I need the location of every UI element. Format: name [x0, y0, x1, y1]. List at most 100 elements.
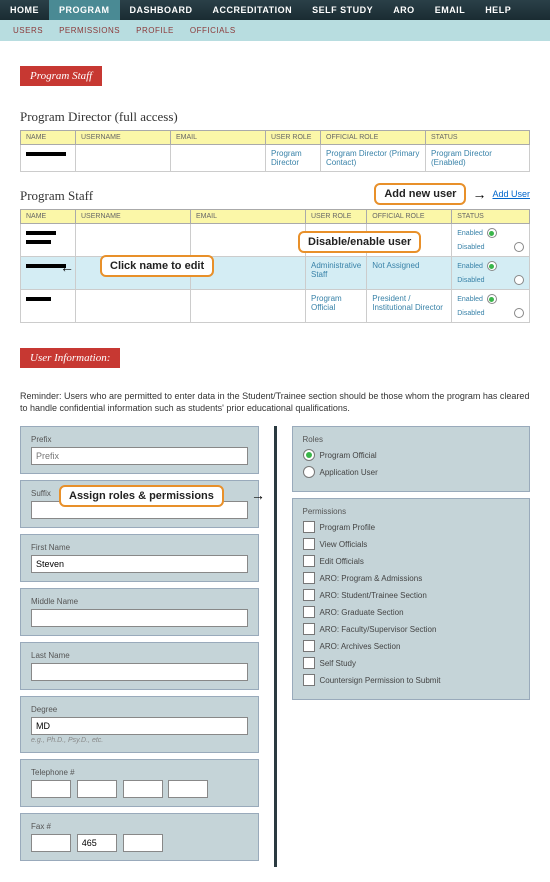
th-name: NAME	[21, 210, 76, 224]
nav-self-study[interactable]: SELF STUDY	[302, 0, 383, 20]
column-separator	[274, 426, 277, 867]
checkbox-icon	[303, 521, 315, 533]
arrow-icon: →	[251, 487, 265, 503]
subnav-users[interactable]: USERS	[5, 22, 51, 39]
permission-item[interactable]: ARO: Program & Admissions	[303, 572, 520, 584]
th-userrole: USER ROLE	[266, 131, 321, 145]
lastname-label: Last Name	[31, 651, 248, 660]
firstname-label: First Name	[31, 543, 248, 552]
role-label: Program Official	[320, 451, 377, 460]
reminder-text: Reminder: Users who are permitted to ent…	[20, 391, 530, 414]
roles-heading: Roles	[303, 435, 520, 444]
th-name: NAME	[21, 131, 76, 145]
th-officialrole: OFFICIAL ROLE	[321, 131, 426, 145]
middlename-input[interactable]	[31, 609, 248, 627]
top-nav: HOME PROGRAM DASHBOARD ACCREDITATION SEL…	[0, 0, 550, 20]
th-email: EMAIL	[171, 131, 266, 145]
disable-radio[interactable]	[514, 275, 524, 285]
checkbox-icon	[303, 572, 315, 584]
role-label: Application User	[320, 468, 378, 477]
fax-p1[interactable]	[31, 834, 71, 852]
form-right-col: Roles Program Official Application User …	[292, 426, 531, 867]
checkbox-icon	[303, 623, 315, 635]
telephone-label: Telephone #	[31, 768, 248, 777]
degree-input[interactable]	[31, 717, 248, 735]
checkbox-icon	[303, 538, 315, 550]
radio-icon	[303, 449, 315, 461]
user-info-badge: User Information:	[20, 348, 120, 368]
enable-radio[interactable]	[487, 294, 497, 304]
degree-label: Degree	[31, 705, 248, 714]
permission-item[interactable]: Edit Officials	[303, 555, 520, 567]
table-row[interactable]: EnabledDisabled	[21, 224, 530, 257]
radio-icon	[303, 466, 315, 478]
nav-email[interactable]: EMAIL	[425, 0, 476, 20]
nav-home[interactable]: HOME	[0, 0, 49, 20]
th-userrole: USER ROLE	[306, 210, 367, 224]
callout-disable-user: Disable/enable user	[298, 231, 421, 253]
checkbox-icon	[303, 589, 315, 601]
permission-item[interactable]: Countersign Permission to Submit	[303, 674, 520, 686]
fax-p3[interactable]	[123, 834, 163, 852]
nav-help[interactable]: HELP	[475, 0, 521, 20]
permission-item[interactable]: ARO: Student/Trainee Section	[303, 589, 520, 601]
cell-userrole: Program Director	[266, 145, 321, 172]
checkbox-icon	[303, 640, 315, 652]
arrow-icon: ←	[60, 259, 74, 275]
director-table: NAME USERNAME EMAIL USER ROLE OFFICIAL R…	[20, 130, 530, 172]
cell-officialrole: Program Director (Primary Contact)	[321, 145, 426, 172]
director-section-title: Program Director (full access)	[20, 109, 530, 125]
callout-assign-roles: Assign roles & permissions	[59, 485, 224, 507]
arrow-icon: →	[472, 186, 486, 202]
sub-nav: USERS PERMISSIONS PROFILE OFFICIALS	[0, 20, 550, 41]
callout-click-name: Click name to edit	[100, 255, 214, 277]
subnav-officials[interactable]: OFFICIALS	[182, 22, 244, 39]
checkbox-icon	[303, 657, 315, 669]
tel-p4[interactable]	[168, 780, 208, 798]
nav-program[interactable]: PROGRAM	[49, 0, 120, 20]
checkbox-icon	[303, 555, 315, 567]
callout-add-user: Add new user	[374, 183, 466, 205]
permission-item[interactable]: Self Study	[303, 657, 520, 669]
add-user-link[interactable]: Add User	[492, 189, 530, 199]
th-officialrole: OFFICIAL ROLE	[367, 210, 452, 224]
disable-radio[interactable]	[514, 308, 524, 318]
th-status: STATUS	[426, 131, 530, 145]
prefix-input[interactable]	[31, 447, 248, 465]
table-row[interactable]: Administrative Staff Not Assigned Enable…	[21, 257, 530, 290]
permission-item[interactable]: ARO: Graduate Section	[303, 606, 520, 618]
permissions-heading: Permissions	[303, 507, 520, 516]
middlename-label: Middle Name	[31, 597, 248, 606]
nav-aro[interactable]: ARO	[383, 0, 425, 20]
tel-p1[interactable]	[31, 780, 71, 798]
form-left-col: Prefix Suffix Assign roles & permissions…	[20, 426, 259, 867]
lastname-input[interactable]	[31, 663, 248, 681]
th-username: USERNAME	[76, 131, 171, 145]
th-username: USERNAME	[76, 210, 191, 224]
role-option[interactable]: Application User	[303, 466, 520, 478]
page-badge: Program Staff	[20, 66, 102, 86]
table-row[interactable]: Program Official President / Institution…	[21, 290, 530, 323]
cell-status: Program Director (Enabled)	[426, 145, 530, 172]
fax-label: Fax #	[31, 822, 248, 831]
nav-accreditation[interactable]: ACCREDITATION	[203, 0, 303, 20]
permission-item[interactable]: View Officials	[303, 538, 520, 550]
permission-item[interactable]: ARO: Faculty/Supervisor Section	[303, 623, 520, 635]
firstname-input[interactable]	[31, 555, 248, 573]
tel-p3[interactable]	[123, 780, 163, 798]
subnav-permissions[interactable]: PERMISSIONS	[51, 22, 128, 39]
tel-p2[interactable]	[77, 780, 117, 798]
checkbox-icon	[303, 674, 315, 686]
enable-radio[interactable]	[487, 228, 497, 238]
permission-item[interactable]: ARO: Archives Section	[303, 640, 520, 652]
permission-item[interactable]: Program Profile	[303, 521, 520, 533]
enable-radio[interactable]	[487, 261, 497, 271]
fax-p2[interactable]	[77, 834, 117, 852]
table-row[interactable]: Program Director Program Director (Prima…	[21, 145, 530, 172]
role-option[interactable]: Program Official	[303, 449, 520, 461]
subnav-profile[interactable]: PROFILE	[128, 22, 182, 39]
disable-radio[interactable]	[514, 242, 524, 252]
nav-dashboard[interactable]: DASHBOARD	[120, 0, 203, 20]
th-status: STATUS	[452, 210, 530, 224]
prefix-label: Prefix	[31, 435, 248, 444]
